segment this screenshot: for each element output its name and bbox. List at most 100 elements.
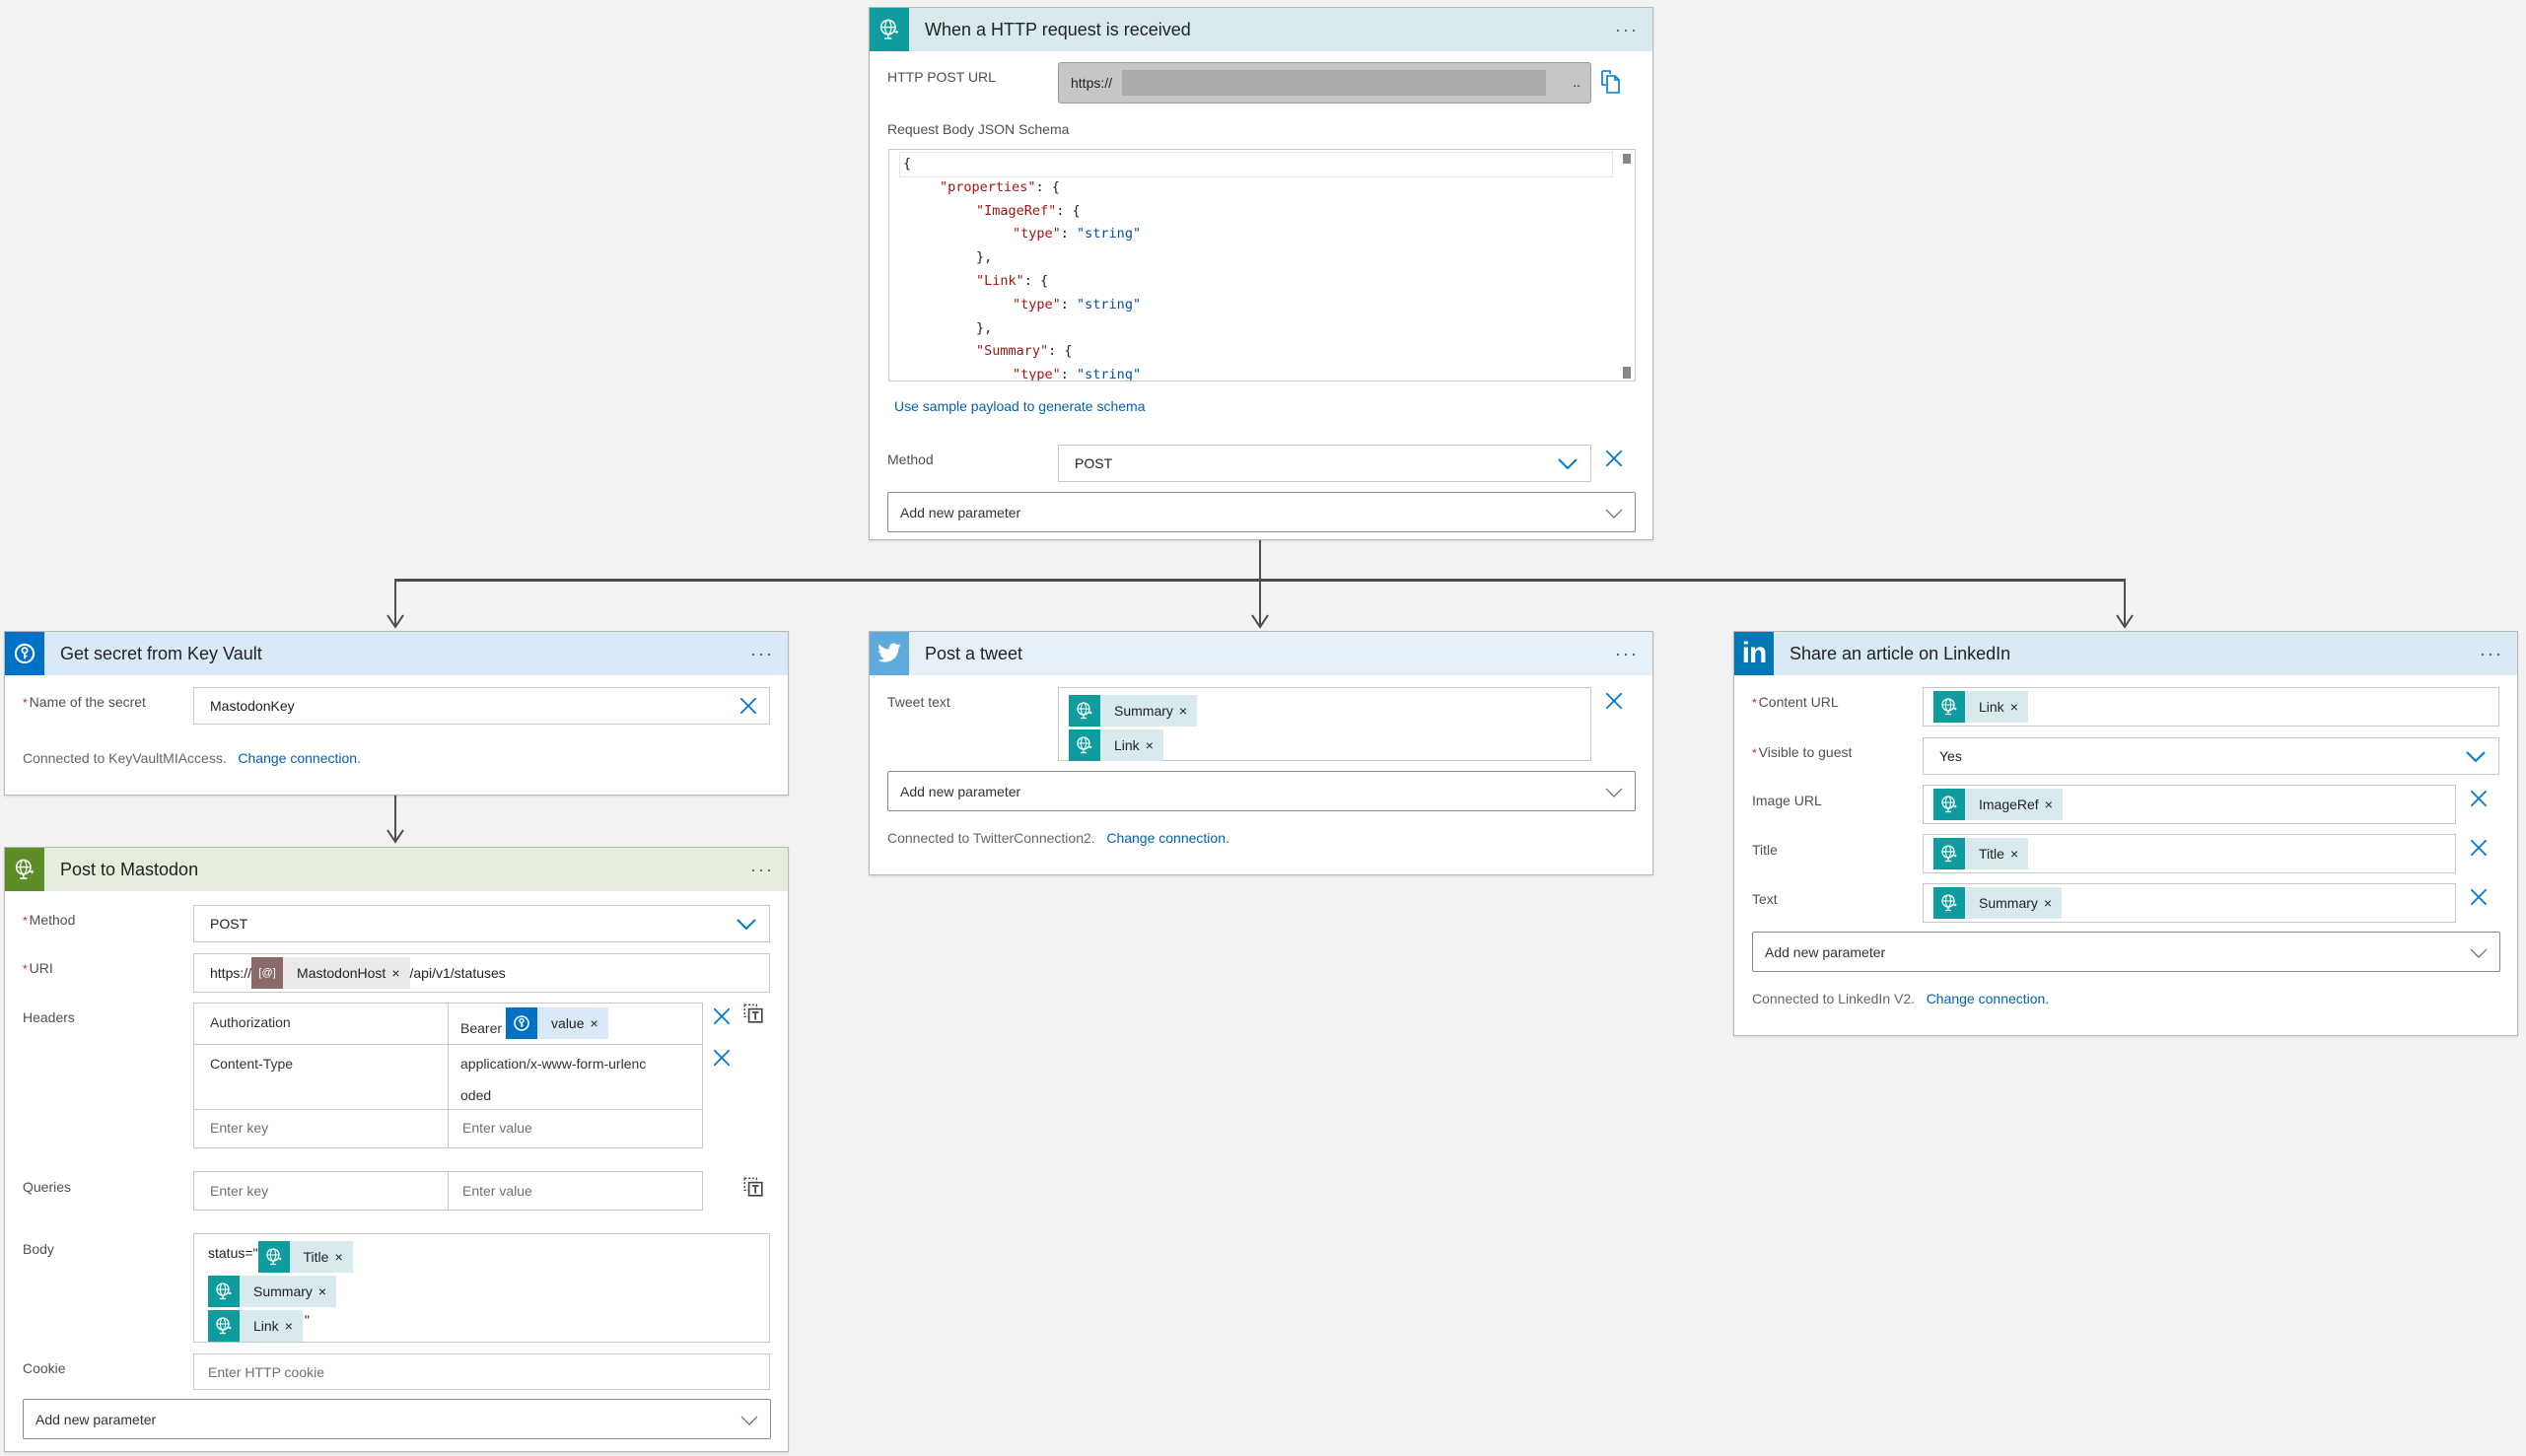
clear-icon[interactable] <box>737 695 759 717</box>
token-title[interactable]: Title × <box>1933 838 2029 869</box>
connector-trigger-down <box>1259 539 1261 581</box>
change-connection-link[interactable]: Change connection. <box>1106 830 1229 846</box>
remove-header-icon[interactable] <box>711 1005 733 1027</box>
arrow-head-mastodon <box>386 829 404 844</box>
token-link[interactable]: Link × <box>208 1310 303 1342</box>
remove-token-icon[interactable]: × <box>334 1249 342 1265</box>
linkedin-card-header[interactable]: in Share an article on LinkedIn ··· <box>1734 632 2517 675</box>
image-url-field[interactable]: ImageRef × <box>1923 785 2456 824</box>
visible-to-guest-dropdown[interactable]: Yes <box>1923 737 2499 775</box>
http-globe-icon <box>1933 887 1965 919</box>
change-connection-link[interactable]: Change connection. <box>1927 991 2050 1006</box>
add-new-parameter-dropdown[interactable]: Add new parameter <box>23 1399 771 1439</box>
text-field[interactable]: Summary × <box>1923 883 2456 923</box>
add-new-parameter-dropdown[interactable]: Add new parameter <box>887 771 1636 811</box>
header-key-authorization[interactable]: Authorization <box>210 1014 291 1030</box>
content-url-field[interactable]: Link × <box>1923 687 2499 727</box>
remove-method-icon[interactable] <box>1603 448 1625 469</box>
headers-label: Headers <box>23 1009 75 1025</box>
header-key-content-type[interactable]: Content-Type <box>210 1056 293 1072</box>
variable-icon: [@] <box>251 957 284 989</box>
uri-label: * URI <box>23 960 53 976</box>
twitter-card-header[interactable]: Post a tweet ··· <box>870 632 1652 675</box>
remove-token-icon[interactable]: × <box>1179 703 1187 719</box>
token-mastodon-host[interactable]: [@] MastodonHost × <box>251 957 410 989</box>
schema-code-line: "Summary": { <box>976 343 1073 360</box>
body-field[interactable]: status=" Title × Summary × Link × " <box>193 1233 770 1343</box>
header-value-input[interactable]: Enter value <box>462 1120 532 1136</box>
query-key-input[interactable]: Enter key <box>210 1183 268 1199</box>
http-globe-icon <box>1933 789 1965 820</box>
mastodon-card-header[interactable]: Post to Mastodon ··· <box>5 848 788 891</box>
remove-token-icon[interactable]: × <box>2044 895 2052 911</box>
header-value-authorization[interactable]: Bearer value × <box>460 1004 608 1043</box>
schema-editor[interactable]: {"properties": {"ImageRef": {"type": "st… <box>888 149 1636 381</box>
trigger-title: When a HTTP request is received <box>925 19 1191 39</box>
token-summary[interactable]: Summary × <box>1069 695 1198 727</box>
remove-tweet-text-icon[interactable] <box>1603 690 1625 712</box>
sample-payload-link[interactable]: Use sample payload to generate schema <box>894 398 1145 414</box>
add-new-parameter-dropdown[interactable]: Add new parameter <box>887 492 1636 532</box>
cookie-input[interactable]: Enter HTTP cookie <box>193 1353 770 1390</box>
key-vault-icon <box>506 1007 538 1039</box>
remove-image-url-icon[interactable] <box>2468 788 2490 809</box>
token-summary[interactable]: Summary × <box>1933 887 2063 919</box>
token-imageref[interactable]: ImageRef × <box>1933 789 2063 820</box>
remove-header-icon[interactable] <box>711 1047 733 1069</box>
remove-token-icon[interactable]: × <box>318 1283 326 1299</box>
remove-token-icon[interactable]: × <box>1146 737 1154 753</box>
header-value-content-type[interactable]: application/x-www-form-urlenc oded <box>460 1048 646 1111</box>
content-url-label: * Content URL <box>1752 694 1839 710</box>
http-post-url-field[interactable]: https:// .. <box>1058 62 1591 104</box>
trigger-card-header[interactable]: When a HTTP request is received ··· <box>870 8 1652 51</box>
add-new-parameter-dropdown[interactable]: Add new parameter <box>1752 932 2500 972</box>
schema-scrollbar[interactable] <box>1623 154 1631 164</box>
token-link[interactable]: Link × <box>1933 691 2028 723</box>
token-keyvault-value[interactable]: value × <box>506 1007 608 1039</box>
remove-token-icon[interactable]: × <box>285 1318 293 1334</box>
chevron-down-icon <box>1603 786 1625 799</box>
remove-token-icon[interactable]: × <box>591 1015 598 1031</box>
more-options-button[interactable]: ··· <box>2480 644 2503 664</box>
more-options-button[interactable]: ··· <box>750 860 774 880</box>
switch-to-text-mode-icon[interactable] <box>742 1176 764 1198</box>
more-options-button[interactable]: ··· <box>1615 644 1639 664</box>
twitter-card: Post a tweet ··· Tweet text Summary × Li… <box>869 631 1653 875</box>
chevron-down-icon <box>2465 750 2487 764</box>
method-label: Method <box>887 451 934 467</box>
change-connection-link[interactable]: Change connection. <box>238 750 361 766</box>
remove-text-icon[interactable] <box>2468 886 2490 908</box>
uri-field[interactable]: https:// [@] MastodonHost × /api/v1/stat… <box>193 953 770 993</box>
tweet-text-field[interactable]: Summary × Link × <box>1058 687 1591 761</box>
more-options-button[interactable]: ··· <box>1615 20 1639 40</box>
http-globe-icon <box>208 1276 240 1307</box>
method-dropdown[interactable]: POST <box>193 905 770 942</box>
copy-icon[interactable] <box>1599 69 1623 95</box>
key-vault-icon <box>5 632 44 675</box>
remove-token-icon[interactable]: × <box>391 965 399 981</box>
remove-token-icon[interactable]: × <box>2010 846 2018 862</box>
token-summary[interactable]: Summary × <box>208 1276 337 1307</box>
body-label: Body <box>23 1241 54 1257</box>
text-label: Text <box>1752 891 1778 907</box>
switch-to-text-mode-icon[interactable] <box>742 1003 764 1024</box>
chevron-down-icon <box>736 918 757 932</box>
token-link[interactable]: Link × <box>1069 729 1163 761</box>
method-dropdown[interactable]: POST <box>1058 445 1591 482</box>
keyvault-card-header[interactable]: Get secret from Key Vault ··· <box>5 632 788 675</box>
query-value-input[interactable]: Enter value <box>462 1183 532 1199</box>
remove-title-icon[interactable] <box>2468 837 2490 859</box>
more-options-button[interactable]: ··· <box>750 644 774 664</box>
schema-code-line: "type": "string" <box>1013 296 1142 312</box>
schema-code-line: }, <box>976 319 993 336</box>
secret-name-field[interactable]: MastodonKey <box>193 687 770 725</box>
keyvault-title: Get secret from Key Vault <box>60 643 262 663</box>
twitter-bird-icon <box>870 632 909 675</box>
remove-token-icon[interactable]: × <box>2045 797 2053 812</box>
remove-token-icon[interactable]: × <box>2010 699 2018 715</box>
schema-label: Request Body JSON Schema <box>887 121 1070 137</box>
title-label: Title <box>1752 842 1778 858</box>
title-field[interactable]: Title × <box>1923 834 2456 873</box>
header-key-input[interactable]: Enter key <box>210 1120 268 1136</box>
token-title[interactable]: Title × <box>257 1241 353 1273</box>
